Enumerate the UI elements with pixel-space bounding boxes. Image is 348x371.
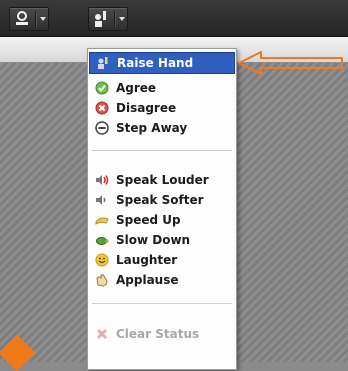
- annotation-arrow-icon: [238, 51, 343, 75]
- toolbar: [0, 0, 348, 37]
- menu-item-speak-louder[interactable]: Speak Louder: [89, 170, 235, 190]
- raise-hand-toolbar-button[interactable]: [88, 7, 128, 31]
- menu-item-agree[interactable]: Agree: [89, 78, 235, 98]
- clear-status-icon: [95, 327, 109, 341]
- speak-louder-icon: [95, 173, 109, 187]
- attendee-status-button[interactable]: [9, 7, 49, 31]
- menu-item-clear-status: Clear Status: [89, 324, 235, 344]
- applause-icon: [95, 273, 109, 287]
- speak-softer-icon: [95, 193, 109, 207]
- raise-hand-icon: [89, 8, 113, 30]
- laughter-smiley-icon: [95, 253, 109, 267]
- menu-item-laughter[interactable]: Laughter: [89, 250, 235, 270]
- slow-down-turtle-icon: [95, 233, 109, 247]
- menu-item-raise-hand[interactable]: Raise Hand: [89, 52, 235, 74]
- menu-divider: [92, 303, 232, 305]
- agree-check-icon: [95, 81, 109, 95]
- menu-item-speak-softer[interactable]: Speak Softer: [89, 190, 235, 210]
- menu-item-applause[interactable]: Applause: [89, 270, 235, 290]
- chevron-down-icon: [40, 17, 46, 21]
- step-away-icon: [95, 121, 109, 135]
- person-icon: [10, 8, 34, 30]
- menu-item-disagree[interactable]: Disagree: [89, 98, 235, 118]
- menu-item-speed-up[interactable]: Speed Up: [89, 210, 235, 230]
- menu-item-slow-down[interactable]: Slow Down: [89, 230, 235, 250]
- raise-hand-icon: [96, 56, 110, 70]
- menu-divider: [92, 150, 232, 152]
- status-menu: Raise Hand Agree Disagree Step Away Spea…: [87, 48, 237, 370]
- chevron-down-icon: [119, 17, 125, 21]
- menu-item-step-away[interactable]: Step Away: [89, 118, 235, 138]
- speed-up-icon: [95, 213, 109, 227]
- disagree-x-icon: [95, 101, 109, 115]
